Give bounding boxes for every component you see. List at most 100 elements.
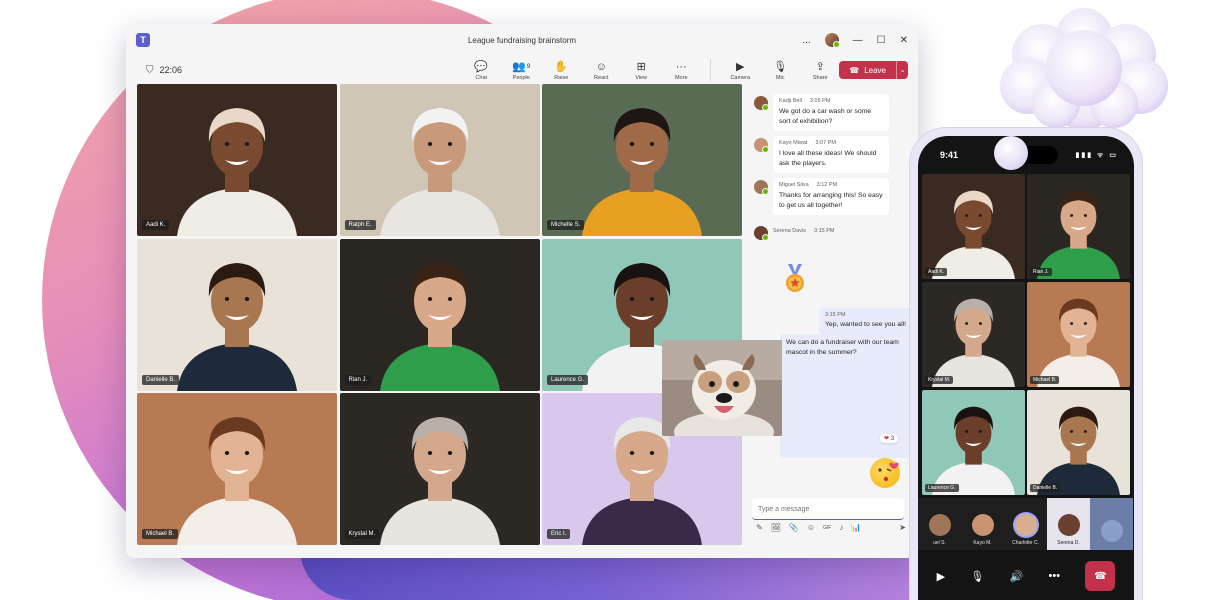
avatar[interactable] — [754, 138, 769, 153]
participant-video-tile[interactable]: Michael B. — [137, 393, 337, 545]
toolbar-camera-button[interactable]: ▶ Camera — [727, 60, 753, 81]
participant-name-tag: Aadi K. — [142, 220, 170, 230]
react-icon: ☺ — [595, 60, 607, 73]
heart-reaction-badge[interactable]: ❤ 3 — [880, 434, 899, 443]
message-text: I love all these ideas! We should ask th… — [779, 150, 877, 167]
meeting-toolbar: ⛉ 22:06 💬 Chat 👥 9 People ✋ Raise ☺ React ⊞ View ··… — [126, 56, 918, 84]
chat-icon: 💬 — [474, 60, 489, 73]
camera-icon: ▶ — [736, 60, 745, 73]
send-icon[interactable]: ➤ — [899, 523, 906, 532]
chat-message: Kayo Miwat 3:07 PM I love all these ideas… — [754, 136, 914, 173]
message-author: Kayo Miwat — [779, 140, 808, 146]
toolbar-people-button[interactable]: 👥 9 People — [508, 60, 534, 81]
participant-name-tag: Eric I. — [547, 529, 571, 539]
raise-hand-icon: ✋ — [554, 60, 569, 73]
phone-participant-tile[interactable]: Laurence G. — [922, 390, 1025, 495]
phone-hangup-icon: ☎ — [849, 65, 860, 75]
share-icon: ⇪ — [815, 60, 825, 73]
toolbar-react-button[interactable]: ☺ React — [588, 60, 614, 81]
heart-icon: ❤ — [884, 436, 890, 442]
view-icon: ⊞ — [636, 60, 646, 73]
camera-icon[interactable]: ▶ — [937, 570, 945, 583]
avatar — [1014, 514, 1037, 536]
participant-name-tag: Rian J. — [344, 374, 372, 385]
minimize-icon[interactable]: — — [853, 35, 863, 46]
people-icon: 👥 9 — [512, 60, 531, 73]
shield-icon: ⛉ — [146, 64, 154, 76]
compose-box[interactable] — [752, 498, 904, 520]
phone-call-controls: ▶ 🎙 🔊 ••• ☎ — [918, 552, 1134, 600]
participant-name-tag: Laurence G. — [547, 374, 589, 385]
poll-icon[interactable]: 📊 — [851, 523, 861, 532]
phone-participant-tile[interactable]: Rian J. — [1027, 174, 1130, 279]
phone-participant-tile[interactable]: Aadi K. — [922, 174, 1025, 279]
participant-video-tile[interactable]: Ralph E. — [339, 84, 540, 236]
maximize-icon[interactable]: ☐ — [877, 35, 886, 46]
toolbar-label: Mic — [775, 74, 785, 81]
avatar[interactable] — [754, 180, 769, 195]
toolbar-share-button[interactable]: ⇪ Share — [807, 60, 833, 81]
meeting-window: T League fundraising brainstorm ... — ☐ … — [126, 24, 918, 558]
toolbar-label: Camera — [730, 74, 751, 81]
sticker-icon[interactable]: ♪ — [839, 523, 843, 532]
strip-participant[interactable]: uel S. — [918, 498, 961, 550]
image-icon[interactable]: 🖼 — [771, 523, 781, 532]
participant-video-tile[interactable]: Krystal M. — [339, 393, 540, 545]
phone-participant-tile[interactable]: Michael B. — [1027, 282, 1130, 387]
emoji-icon[interactable]: ☺ — [807, 523, 815, 532]
toolbar-view-button[interactable]: ⊞ View — [628, 60, 654, 81]
strip-participant-name: uel S. — [933, 540, 946, 546]
window-title: League fundraising brainstorm — [467, 35, 577, 45]
message-time: 3:12 PM — [816, 182, 838, 188]
phone-participant-tile[interactable]: Danielle B. — [1027, 390, 1130, 495]
strip-participant-name: Kayo M. — [973, 540, 992, 546]
participant-video-tile[interactable]: Danielle B. — [137, 238, 337, 391]
chevron-down-icon[interactable]: ⌄ — [896, 61, 908, 79]
compose-toolbar: ✎ 🖼 📎 ☺ GIF ♪ 📊 ➤ — [756, 523, 906, 532]
toolbar-label: More — [674, 74, 688, 81]
avatar — [928, 514, 951, 536]
gif-icon[interactable]: GIF — [823, 525, 831, 531]
strip-participant[interactable]: Serena D. — [1047, 498, 1090, 550]
reaction-count: 3 — [890, 436, 895, 442]
format-icon[interactable]: ✎ — [756, 523, 763, 532]
participant-name-tag: Krystal M. — [344, 529, 380, 539]
participant-video-tile[interactable]: Michelle S. — [542, 84, 742, 236]
toolbar-mic-button[interactable]: 🎙 Mic — [767, 60, 793, 81]
toolbar-more-button[interactable]: ··· More — [668, 60, 694, 81]
cloud-decoration — [1000, 8, 1168, 130]
toolbar-chat-button[interactable]: 💬 Chat — [468, 60, 494, 81]
participant-video-tile[interactable]: Rian J. — [339, 238, 540, 391]
speaker-icon[interactable]: 🔊 — [1010, 570, 1024, 583]
more-icon[interactable]: ••• — [1049, 570, 1061, 582]
strip-participant[interactable]: Kayo M. — [961, 498, 1004, 550]
toolbar-raise-button[interactable]: ✋ Raise — [548, 60, 574, 81]
attach-icon[interactable]: 📎 — [789, 523, 799, 532]
toolbar-label: View — [635, 74, 648, 81]
user-avatar[interactable] — [824, 33, 840, 48]
participant-name-tag: Ralph E. — [344, 220, 376, 230]
strip-participant[interactable]: Charlotte C. — [1004, 498, 1047, 550]
shared-dog-image[interactable] — [662, 340, 782, 452]
phone-participant-tile[interactable]: Krystal M. — [922, 282, 1025, 387]
participant-name-tag: Rian J. — [1030, 268, 1052, 276]
close-icon[interactable]: ✕ — [900, 35, 908, 46]
participant-name-tag: Danielle B. — [1030, 484, 1061, 492]
message-text: Thanks for arranging this! So easy to ge… — [779, 192, 883, 209]
more-icon: ··· — [675, 60, 687, 73]
hang-up-button[interactable]: ☎ — [1085, 561, 1116, 591]
leave-button[interactable]: ☎ Leave ⌄ — [839, 61, 908, 79]
toolbar-label: Share — [812, 74, 828, 81]
signal-wifi-battery-icon: ▮▮▮ ᯤ ▭ — [1075, 151, 1118, 159]
participant-name-tag: Danielle B. — [142, 374, 180, 385]
participant-video-tile[interactable]: Aadi K. — [137, 84, 337, 236]
strip-participant-name: Charlotte C. — [1012, 540, 1039, 546]
mic-icon[interactable]: 🎙 — [970, 570, 984, 583]
message-input[interactable] — [752, 499, 904, 520]
avatar[interactable] — [754, 226, 769, 241]
strip-participant[interactable] — [1090, 498, 1133, 550]
more-options-icon[interactable]: ... — [802, 35, 810, 46]
message-time: 3:07 PM — [815, 140, 836, 146]
avatar[interactable] — [754, 96, 769, 111]
participant-name-tag: Krystal M. — [925, 376, 954, 384]
